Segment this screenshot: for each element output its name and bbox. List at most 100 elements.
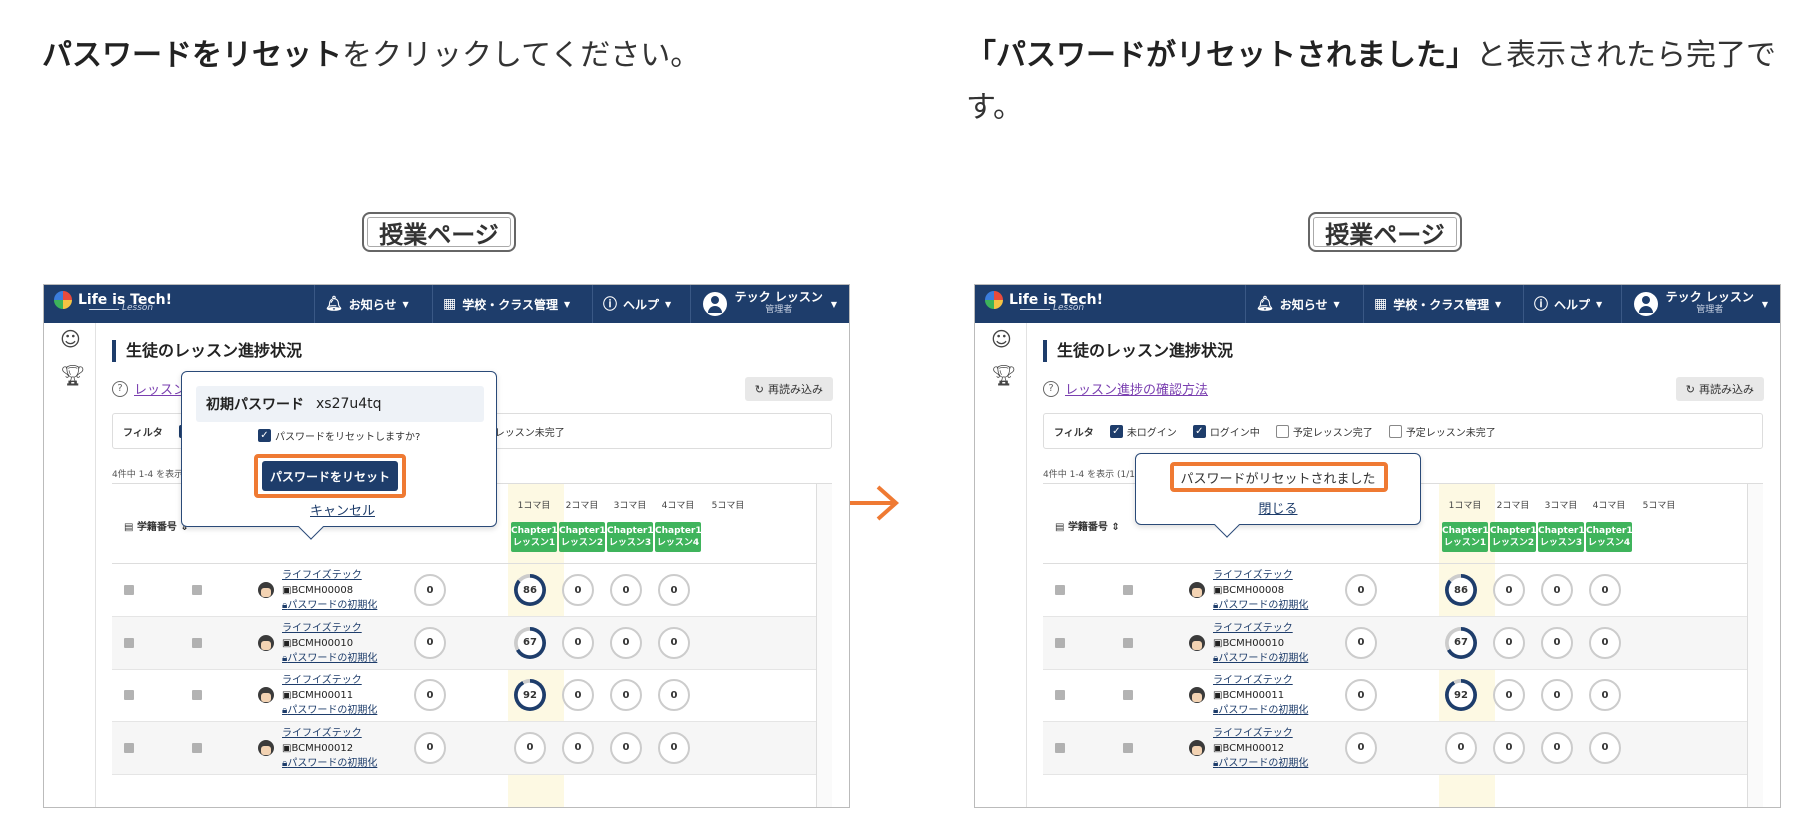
lesson-chip: Chapter1 レッスン3 <box>1538 522 1585 552</box>
student-avatar <box>258 582 274 598</box>
reload-button[interactable]: ↻ 再読み込み <box>744 377 833 401</box>
table-scrollbar[interactable] <box>816 484 832 807</box>
reset-password-link[interactable]: 🔒︎パスワードの初期化 <box>282 651 377 666</box>
column-student-id[interactable]: ▤ 学籍番号 ⇕ <box>124 518 189 533</box>
user-menu[interactable]: テック レッスン 管理者 ▼ <box>1620 285 1780 323</box>
user-role: 管理者 <box>765 305 793 315</box>
student-name-link[interactable]: ライフイズテック <box>282 726 377 741</box>
filter-label: フィルタ <box>123 427 163 439</box>
student-avatar <box>258 687 274 703</box>
confirm-reset-checkbox[interactable]: ✓ パスワードをリセットしますか? <box>258 428 420 443</box>
calendar-icon[interactable] <box>1123 637 1133 648</box>
progress-circle: 67 <box>514 626 546 659</box>
note-icon[interactable] <box>1055 690 1065 700</box>
nav-news[interactable]: 🔔︎ お知らせ ▼ <box>1245 285 1350 323</box>
note-icon[interactable] <box>1055 585 1065 595</box>
student-id-value: BCMH00012 <box>291 742 354 754</box>
user-menu[interactable]: テック レッスン 管理者 ▼ <box>689 285 849 323</box>
building-icon: ▦ <box>443 296 457 312</box>
reset-password-label: パスワードの初期化 <box>1218 600 1309 611</box>
lesson-chip-lesson: レッスン1 <box>512 538 556 548</box>
student-avatar <box>1189 634 1205 651</box>
nav-help[interactable]: ⓘ ヘルプ ▼ <box>592 285 681 323</box>
student-id-value: BCMH00011 <box>291 690 354 701</box>
reset-password-link[interactable]: 🔒︎パスワードの初期化 <box>282 703 377 718</box>
note-icon[interactable] <box>124 742 134 753</box>
calendar-icon[interactable] <box>1123 742 1133 753</box>
note-icon[interactable] <box>1055 742 1065 753</box>
student-id: ▣BCMH00012 <box>282 741 377 756</box>
filter-checkbox[interactable]: ✓ログイン中 <box>1192 424 1260 439</box>
logo[interactable]: Life is Tech! <box>54 291 172 309</box>
student-id: ▣BCMH00010 <box>1213 636 1308 651</box>
calendar-icon[interactable] <box>1123 690 1133 700</box>
table-scrollbar[interactable] <box>1747 484 1763 807</box>
logo[interactable]: Life is Tech! <box>985 291 1103 309</box>
note-icon[interactable] <box>124 690 134 700</box>
reset-password-link[interactable]: 🔒︎パスワードの初期化 <box>282 756 377 771</box>
reset-password-link[interactable]: 🔒︎パスワードの初期化 <box>1213 703 1308 718</box>
howto-link[interactable]: ? レッスン進捗の確認方法 <box>1043 379 1208 398</box>
column-student-id-label: 学籍番号 ⇕ <box>1067 522 1120 533</box>
nav-news-label: お知らせ <box>348 297 397 312</box>
progress-circle: 0 <box>414 679 446 711</box>
student-name-link[interactable]: ライフイズテック <box>282 621 377 636</box>
student-name-link[interactable]: ライフイズテック <box>1213 621 1308 636</box>
logo-icon <box>985 291 1003 309</box>
student-name-link[interactable]: ライフイズテック <box>1213 726 1308 741</box>
progress-circle: 0 <box>514 731 546 764</box>
cancel-link[interactable]: キャンセル <box>310 500 375 519</box>
logo-icon <box>54 291 72 309</box>
filter-checkbox[interactable]: 予定レッスン完了 <box>1275 424 1373 439</box>
instruction-left-rest: をクリックしてください。 <box>342 38 701 73</box>
calendar-icon[interactable] <box>1123 585 1133 595</box>
nav-school[interactable]: ▦ 学校・クラス管理 ▼ <box>1363 285 1511 323</box>
filter-checkbox[interactable]: ✓未ログイン <box>1109 424 1177 439</box>
nav-news[interactable]: 🔔︎ お知らせ ▼ <box>314 285 419 323</box>
side-rail: ☺ 🏆︎ <box>975 323 1027 807</box>
reset-password-link[interactable]: 🔒︎パスワードの初期化 <box>1213 756 1308 771</box>
filter-checkbox[interactable]: 予定レッスン未完了 <box>1388 424 1496 439</box>
reset-password-link[interactable]: 🔒︎パスワードの初期化 <box>282 598 377 613</box>
progress-circle: 0 <box>562 574 594 606</box>
trophy-icon[interactable]: 🏆︎ <box>60 363 85 387</box>
student-name-link[interactable]: ライフイズテック <box>282 568 377 583</box>
progress-circle: 0 <box>1589 626 1621 659</box>
calendar-icon[interactable] <box>192 742 202 753</box>
reset-password-link[interactable]: 🔒︎パスワードの初期化 <box>1213 651 1308 666</box>
nav-school-label: 学校・クラス管理 <box>1393 297 1489 312</box>
student-id-value: BCMH00008 <box>291 585 354 596</box>
student-name-link[interactable]: ライフイズテック <box>1213 568 1308 583</box>
confirm-reset-label: パスワードをリセットしますか? <box>275 432 421 443</box>
student-id-value: BCMH00008 <box>1222 585 1285 596</box>
table-row: ライフイズテック ▣BCMH00012 🔒︎パスワードの初期化 0 0 0 0 0 <box>1043 721 1747 775</box>
close-link[interactable]: 閉じる <box>1136 498 1420 517</box>
smile-icon[interactable]: ☺ <box>60 327 81 351</box>
calendar-icon[interactable] <box>192 637 202 648</box>
note-icon[interactable] <box>124 585 134 595</box>
student-name-link[interactable]: ライフイズテック <box>282 673 377 688</box>
progress-circle: 0 <box>1589 679 1621 711</box>
note-icon[interactable] <box>124 637 134 648</box>
reload-button[interactable]: ↻ 再読み込み <box>1675 377 1764 401</box>
reset-password-link[interactable]: 🔒︎パスワードの初期化 <box>1213 598 1308 613</box>
note-icon[interactable] <box>1055 637 1065 648</box>
calendar-icon[interactable] <box>192 585 202 595</box>
column-student-id[interactable]: ▤ 学籍番号 ⇕ <box>1055 518 1120 533</box>
reset-password-button[interactable]: パスワードをリセット <box>262 461 398 491</box>
checkbox-icon: ✓ <box>1109 424 1123 438</box>
bell-icon: 🔔︎ <box>325 296 343 312</box>
instruction-right-bold: 「パスワードがリセットされました」 <box>966 38 1476 73</box>
reset-password-label: パスワードの初期化 <box>287 652 378 664</box>
student-name-link[interactable]: ライフイズテック <box>1213 673 1308 688</box>
progress-circle: 0 <box>1541 626 1573 659</box>
calendar-icon[interactable] <box>192 690 202 700</box>
table-row: ライフイズテック ▣BCMH00011 🔒︎パスワードの初期化 0 92 0 0 0 <box>1043 669 1747 722</box>
lesson-chip-lesson: レッスン4 <box>656 538 700 548</box>
smile-icon[interactable]: ☺ <box>991 327 1012 351</box>
nav-help[interactable]: ⓘ ヘルプ ▼ <box>1523 285 1612 323</box>
trophy-icon[interactable]: 🏆︎ <box>991 363 1016 387</box>
caret-down-icon: ▼ <box>1596 299 1603 309</box>
nav-school[interactable]: ▦ 学校・クラス管理 ▼ <box>432 285 580 323</box>
student-id: ▣BCMH00008 <box>282 583 377 598</box>
